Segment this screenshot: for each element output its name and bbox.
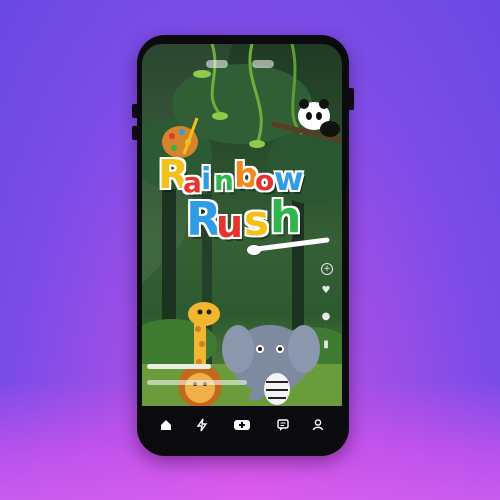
title-letter: s <box>244 196 269 245</box>
profile-icon[interactable] <box>309 416 327 434</box>
caption-bar <box>147 364 211 369</box>
create-icon[interactable] <box>232 416 252 434</box>
bolt-icon[interactable] <box>193 416 211 434</box>
bookmark-icon[interactable]: ▮ <box>321 340 331 350</box>
status-pill <box>252 60 274 68</box>
title-letter: h <box>270 192 301 243</box>
add-icon[interactable]: + <box>321 263 333 275</box>
inbox-icon[interactable] <box>274 416 292 434</box>
title-letter: b <box>234 156 258 196</box>
caption-bar-secondary <box>147 380 247 385</box>
comment-icon[interactable]: ● <box>321 312 331 322</box>
title-letter: u <box>216 202 243 246</box>
home-icon[interactable] <box>157 416 175 434</box>
status-pill <box>206 60 228 68</box>
title-rush: R u s h <box>186 192 316 248</box>
heart-icon[interactable]: ♥ <box>321 286 331 296</box>
